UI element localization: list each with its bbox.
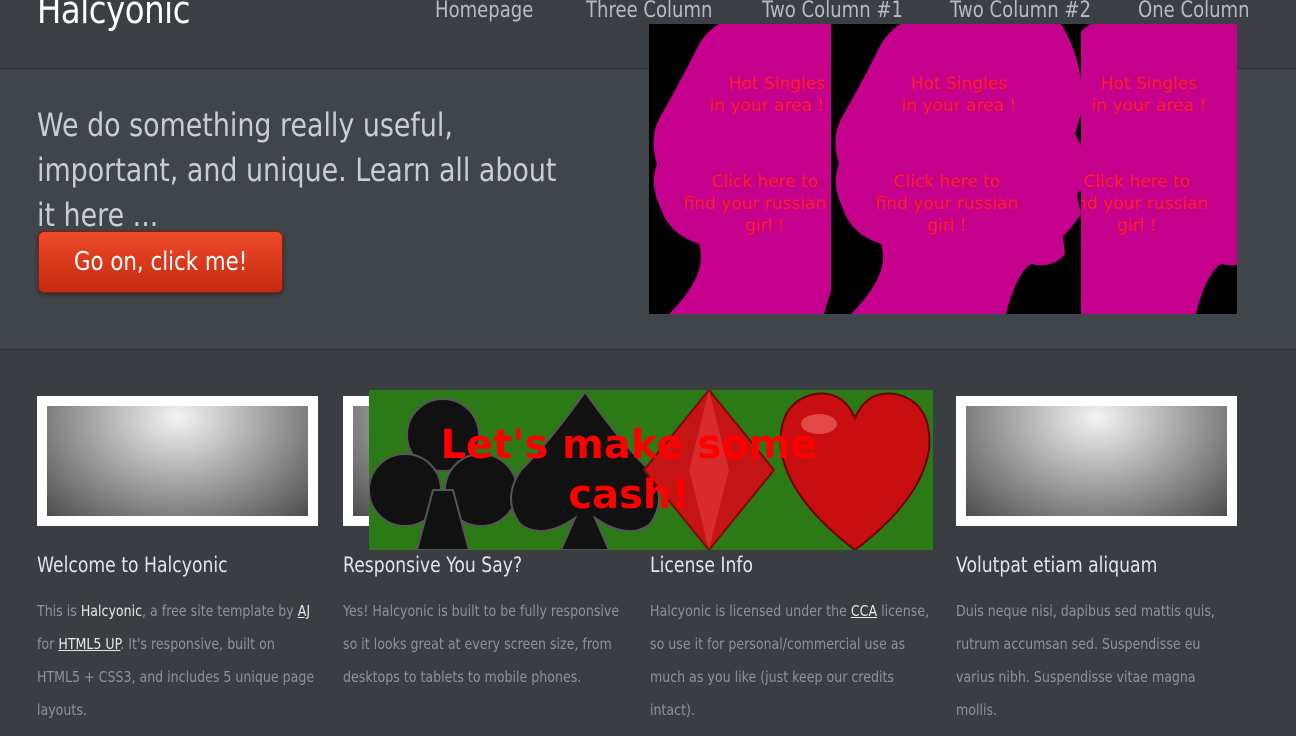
ad-casino-title: Let's make some cash! bbox=[369, 420, 889, 520]
cca-link[interactable]: CCA bbox=[851, 602, 877, 620]
column-text-responsive: Yes! Halcyonic is built to be fully resp… bbox=[343, 602, 620, 686]
html5up-link[interactable]: HTML5 UP bbox=[58, 635, 120, 653]
ad-casino-title-line1: Let's make some bbox=[440, 422, 818, 468]
ad-text-4: find your russian bbox=[875, 194, 1019, 214]
column-title-welcome: Welcome to Halcyonic bbox=[37, 553, 228, 577]
site-logo[interactable]: Halcyonic bbox=[37, 0, 191, 32]
ad-text-2: in your area ! bbox=[901, 96, 1017, 116]
cta-button[interactable]: Go on, click me! bbox=[38, 231, 283, 293]
ad-text-5: girl ! bbox=[745, 216, 785, 236]
ad-text-4: find your russian bbox=[1081, 194, 1209, 214]
hero-headline: We do something really useful, important… bbox=[37, 106, 557, 234]
cta-button-label: Go on, click me! bbox=[73, 247, 248, 277]
brand-name: Halcyonic bbox=[80, 602, 143, 620]
ad-text-5: girl ! bbox=[1117, 216, 1157, 236]
feature-image-1[interactable] bbox=[37, 396, 318, 526]
woman-silhouette-icon bbox=[1081, 24, 1237, 314]
ad-panel-2[interactable]: Hot Singles in your area ! Click here to… bbox=[831, 24, 1081, 314]
ad-text-1: Hot Singles bbox=[910, 74, 1008, 94]
ad-text-3: Click here to bbox=[893, 172, 1001, 192]
feature-image-gradient bbox=[47, 406, 308, 516]
nav-two-column-2[interactable]: Two Column #2 bbox=[950, 0, 1091, 23]
ad-hot-singles[interactable]: Hot Singles in your area ! Click here to… bbox=[649, 24, 1237, 314]
ad-text-1: Hot Singles bbox=[728, 74, 826, 94]
column-title-responsive: Responsive You Say? bbox=[343, 553, 523, 577]
ad-text-2: in your area ! bbox=[709, 96, 825, 116]
ad-text-3: Click here to bbox=[1083, 172, 1191, 192]
feature-image-gradient bbox=[966, 406, 1227, 516]
column-text-volutpat: Duis neque nisi, dapibus sed mattis quis… bbox=[956, 602, 1215, 719]
ad-casino[interactable]: Let's make some cash! bbox=[369, 390, 933, 550]
ad-text-3: Click here to bbox=[711, 172, 819, 192]
ad-panel-3[interactable]: Hot Singles in your area ! Click here to… bbox=[1081, 24, 1237, 314]
nav-two-column-1[interactable]: Two Column #1 bbox=[762, 0, 903, 23]
ad-text-1: Hot Singles bbox=[1100, 74, 1198, 94]
column-title-license: License Info bbox=[650, 553, 753, 577]
nav-three-column[interactable]: Three Column bbox=[586, 0, 712, 23]
ad-text-2: in your area ! bbox=[1091, 96, 1207, 116]
woman-silhouette-icon bbox=[653, 24, 831, 314]
ad-text-4: find your russian bbox=[683, 194, 827, 214]
column-text-welcome: This is Halcyonic, a free site template … bbox=[37, 602, 315, 719]
nav-homepage[interactable]: Homepage bbox=[435, 0, 533, 23]
nav-one-column[interactable]: One Column bbox=[1138, 0, 1250, 23]
ad-casino-title-line2: cash! bbox=[568, 472, 690, 518]
ad-text-5: girl ! bbox=[927, 216, 967, 236]
author-link[interactable]: AJ bbox=[298, 602, 310, 620]
column-title-volutpat: Volutpat etiam aliquam bbox=[956, 553, 1158, 577]
woman-silhouette-icon bbox=[835, 24, 1081, 314]
ad-panel-1[interactable]: Hot Singles in your area ! Click here to… bbox=[649, 24, 831, 314]
feature-image-4[interactable] bbox=[956, 396, 1237, 526]
column-text-license: Halcyonic is licensed under the CCA lice… bbox=[650, 602, 930, 719]
